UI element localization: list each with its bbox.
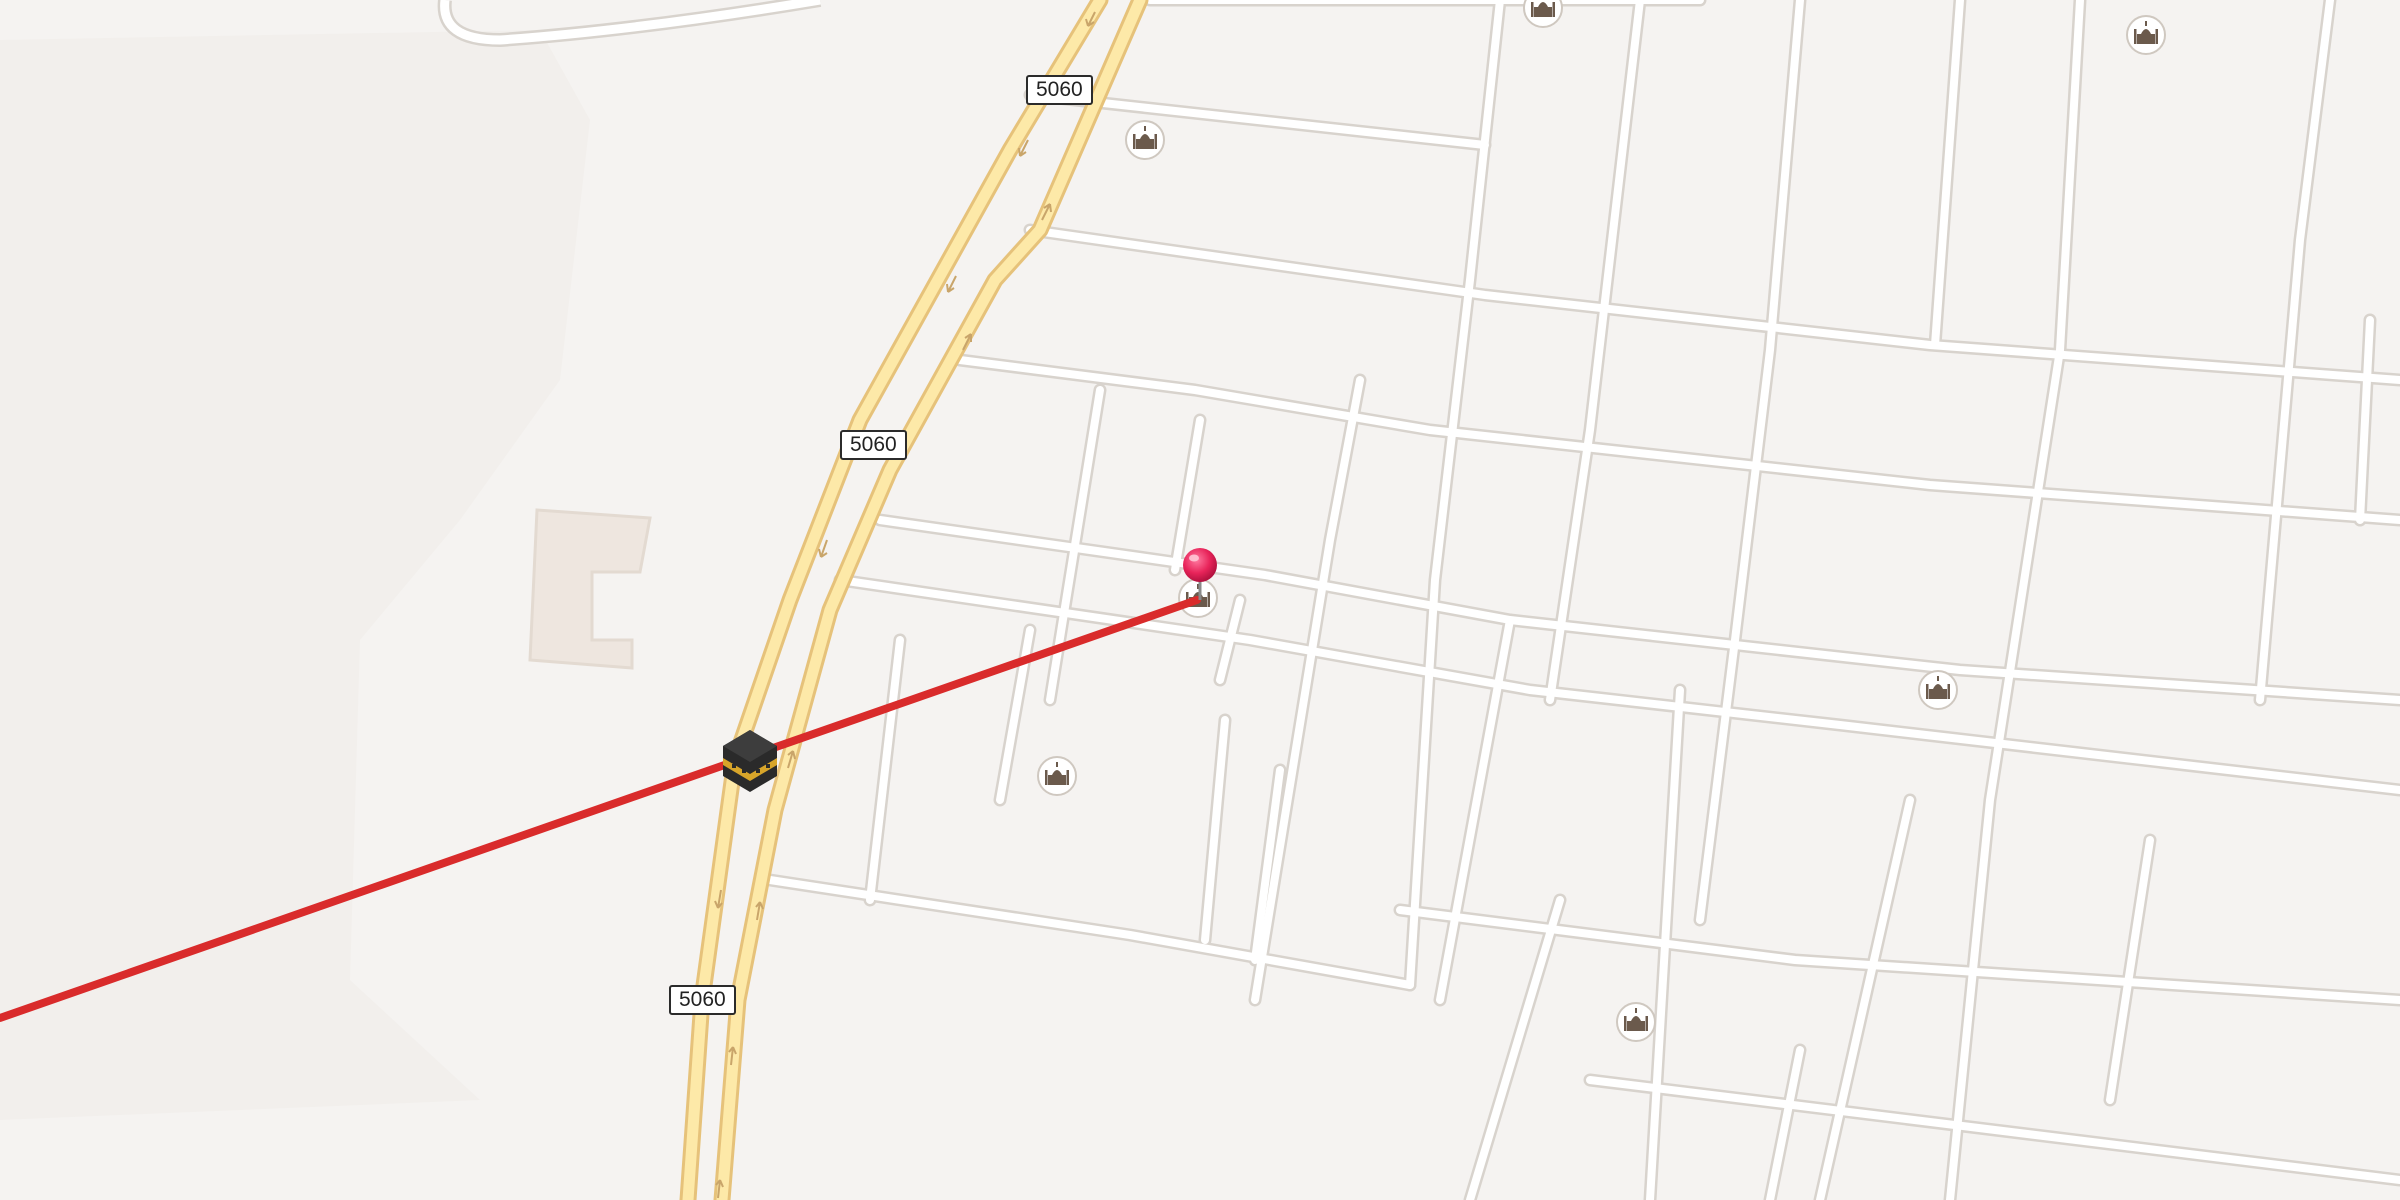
mosque-icon[interactable] [1918, 670, 1958, 710]
land-area [0, 30, 590, 1120]
road-shield-5060: 5060 [1026, 75, 1093, 105]
map-layer [0, 0, 2400, 1200]
mosque-icon[interactable] [1037, 756, 1077, 796]
map-canvas[interactable]: 5060 5060 5060 [0, 0, 2400, 1200]
road-shield-5060: 5060 [840, 430, 907, 460]
mosque-icon[interactable] [1523, 0, 1563, 28]
road-shield-5060: 5060 [669, 985, 736, 1015]
mosque-icon[interactable] [2126, 15, 2166, 55]
building [528, 508, 652, 670]
mosque-icon[interactable] [1125, 120, 1165, 160]
mosque-icon[interactable] [1616, 1002, 1656, 1042]
highway-5060-southbound [682, 0, 1106, 1200]
